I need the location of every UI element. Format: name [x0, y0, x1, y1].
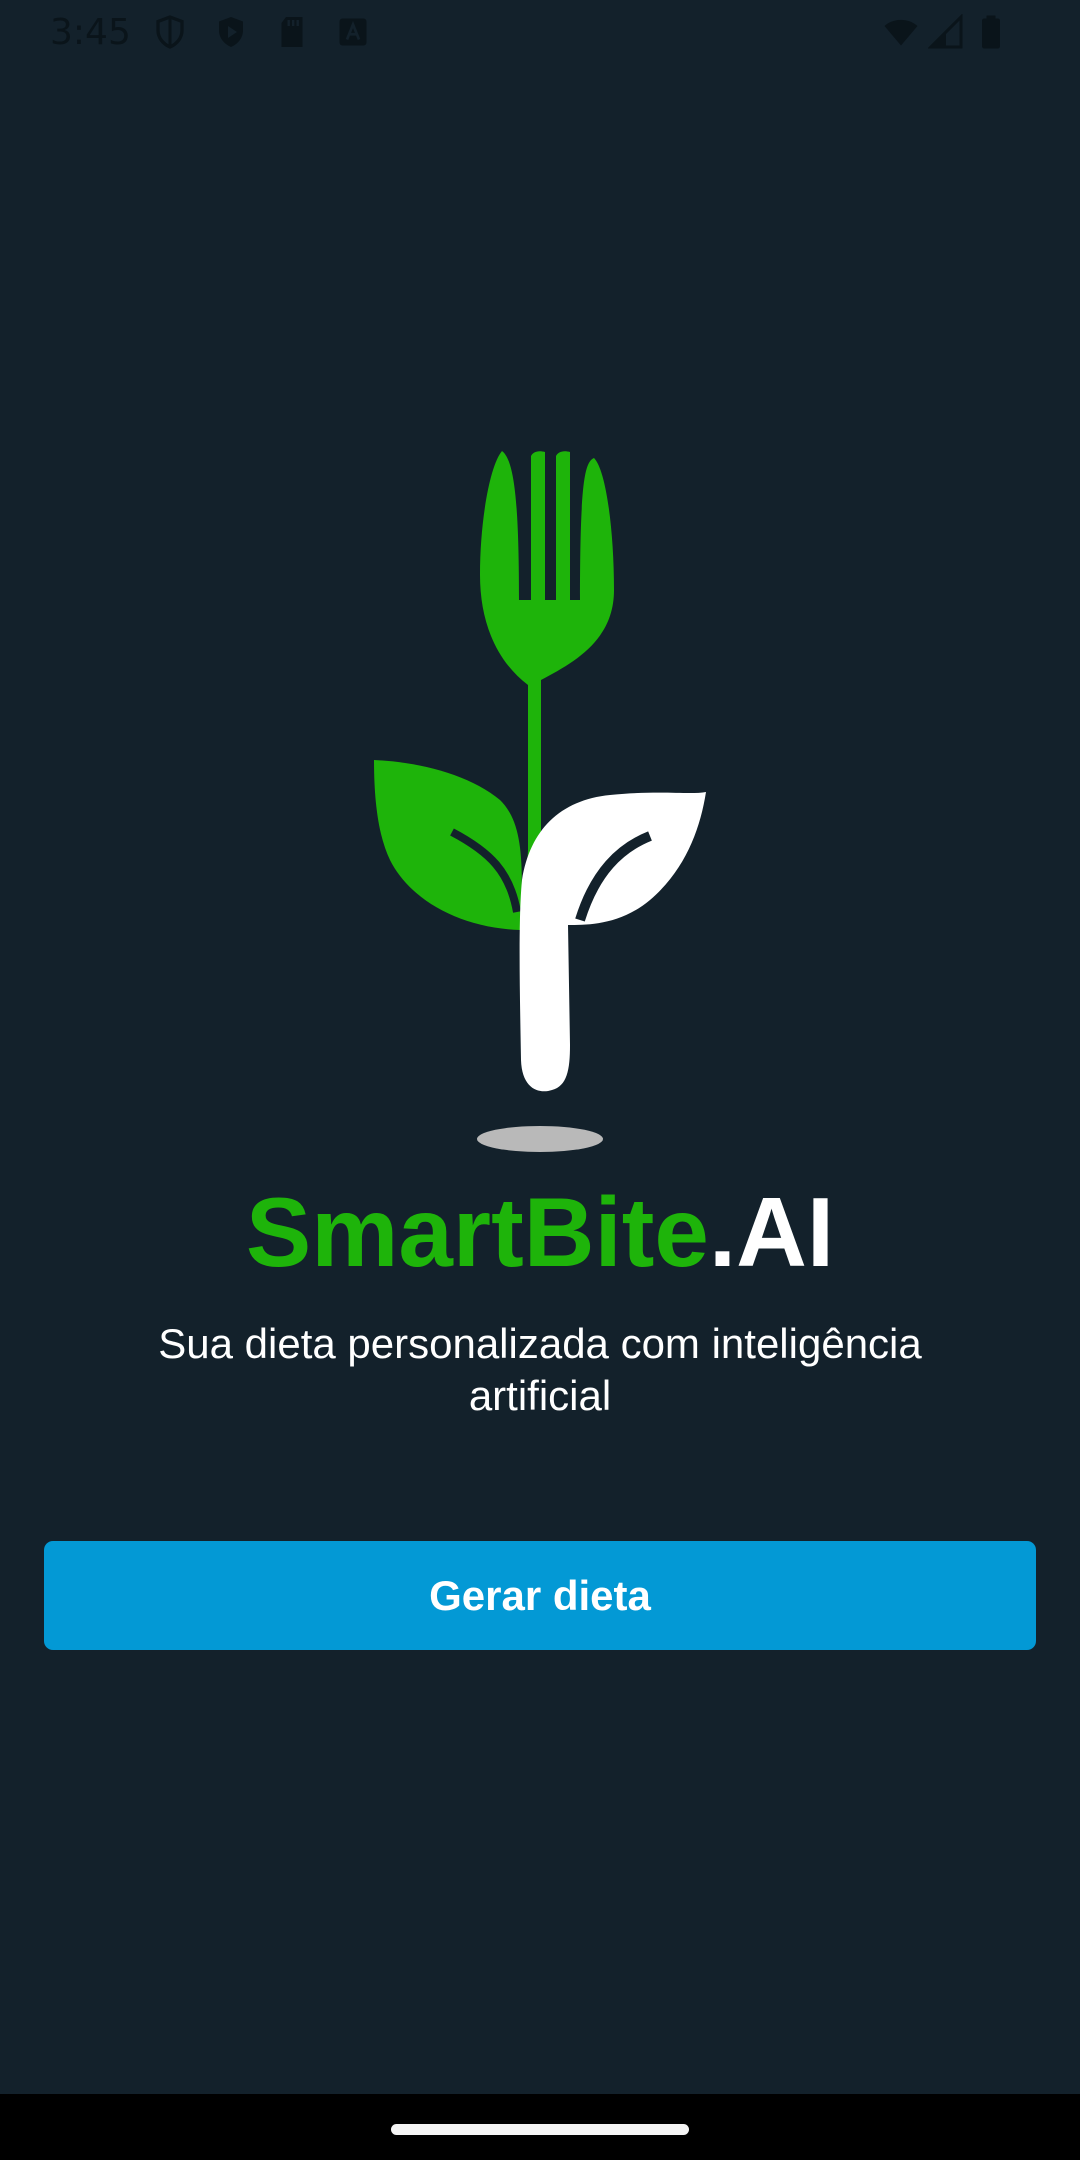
brand-title: SmartBite.AI	[0, 1172, 1080, 1292]
wifi-icon	[884, 19, 918, 46]
sd-card-icon	[281, 17, 303, 47]
play-protect-icon	[219, 17, 243, 47]
battery-icon	[982, 15, 1000, 49]
green-leaf-icon	[374, 760, 522, 930]
generate-diet-button[interactable]: Gerar dieta	[44, 1541, 1036, 1650]
brand-name-primary: SmartBite	[245, 1177, 709, 1287]
shield-icon	[156, 15, 184, 49]
logo-shadow	[477, 1126, 603, 1152]
status-bar: 3:45	[0, 0, 1080, 66]
splash-screen: 3:45 SmartBite.AI Sua dieta personalizad…	[0, 0, 1080, 2160]
navigation-bar	[0, 2094, 1080, 2160]
status-time: 3:45	[50, 12, 131, 53]
white-leaf-icon	[519, 792, 706, 1092]
a-badge-icon	[339, 18, 367, 46]
smartbite-logo	[374, 451, 706, 1152]
signal-icon	[928, 14, 963, 49]
home-indicator[interactable]	[391, 2124, 689, 2135]
brand-name-suffix: .AI	[708, 1177, 835, 1287]
tagline: Sua dieta personalizada com inteligência…	[158, 1320, 922, 1419]
